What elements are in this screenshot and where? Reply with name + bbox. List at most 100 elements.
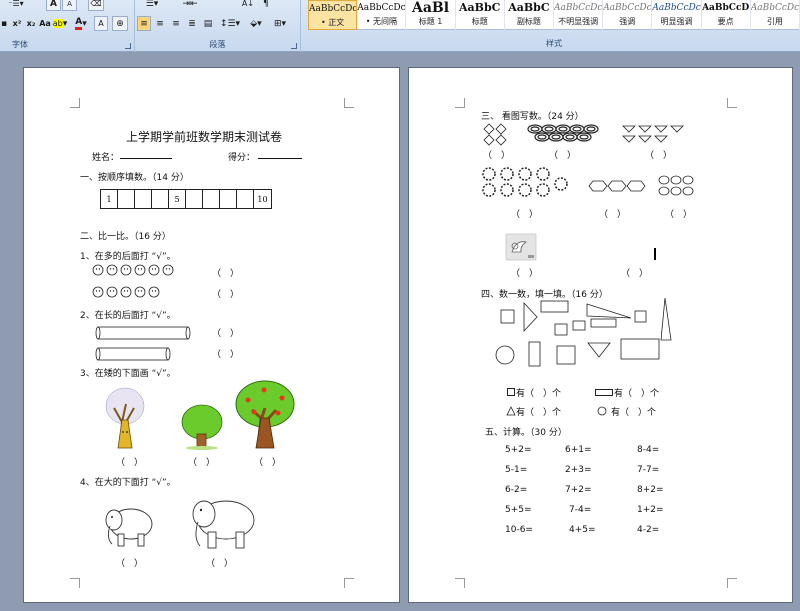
question-2: 2、在长的后面打 “√”。 [80, 311, 176, 321]
answer-paren[interactable]: （ ） [188, 455, 215, 468]
answer-paren[interactable]: （ ） [254, 455, 281, 468]
shrink-font-button[interactable]: A [62, 0, 77, 11]
align-left-icon[interactable]: ≡ [137, 16, 151, 31]
math-problem: 7-7= [637, 465, 660, 475]
math-problem: 1+2= [637, 505, 664, 515]
multilevel-list-icon[interactable]: ☰▾ [137, 0, 167, 11]
line-spacing-icon[interactable]: ↕☰▾ [219, 16, 241, 31]
margin-mark [344, 578, 354, 588]
gears-group [482, 167, 568, 197]
sort-icon[interactable]: A↓ [239, 0, 257, 11]
math-problem: 5+2= [505, 445, 532, 455]
font-color-button[interactable]: A ▾ [72, 16, 90, 31]
answer-paren[interactable]: （ ） [645, 148, 672, 161]
font-dialog-launcher-icon[interactable] [125, 43, 131, 49]
number-cell[interactable] [152, 190, 169, 208]
math-problem: 6+1= [565, 445, 592, 455]
change-case-button[interactable]: Aa [38, 16, 52, 31]
style-heading-1[interactable]: AaBl 标题 1 [406, 0, 456, 30]
text-cursor [654, 248, 656, 260]
number-cell[interactable] [203, 190, 220, 208]
show-marks-icon[interactable]: ¶ [259, 0, 273, 11]
answer-paren[interactable]: （ ） [206, 556, 233, 569]
name-blank[interactable] [120, 149, 172, 159]
answer-paren[interactable]: （ ） [511, 266, 538, 279]
answer-paren[interactable]: （ ） [483, 148, 510, 161]
score-blank[interactable] [258, 149, 302, 159]
align-right-icon[interactable]: ≡ [169, 16, 183, 31]
style-subtle-emphasis[interactable]: AaBbCcDc 不明显强调 [554, 0, 604, 30]
score-label: 得分： [228, 153, 256, 163]
diamonds-group [483, 123, 507, 146]
margin-mark [70, 578, 80, 588]
font-group: ⁻☰▾ A A ⌫ ▪ x² x₂ Aa ab ▾ A ▾ A ⊕ 字体 [0, 0, 135, 52]
count-square-label: 有（ ）个 [516, 389, 562, 399]
count-circle-label: 有（ ）个 [611, 408, 657, 418]
style-normal[interactable]: AaBbCcDc • 正文 [308, 0, 358, 30]
number-cell[interactable] [135, 190, 152, 208]
math-problem: 8-4= [637, 445, 660, 455]
style-emphasis[interactable]: AaBbCcDc 强调 [603, 0, 653, 30]
enclose-character-button[interactable]: ⊕ [112, 16, 128, 31]
math-problem: 10-6= [505, 525, 533, 535]
borders-icon[interactable]: ⊞▾ [269, 16, 291, 31]
align-center-icon[interactable]: ≡ [153, 16, 167, 31]
indent-icon[interactable]: ⇥⇤ [175, 0, 205, 11]
font-size-dropdown[interactable]: ⁻☰▾ [2, 0, 30, 11]
style-quote[interactable]: AaBbCcDc 引用 [751, 0, 800, 30]
count-rectangle-label: 有（ ）个 [614, 389, 660, 399]
paragraph-group-label: 段落 [209, 40, 226, 49]
bullet-icon[interactable]: ▪ [0, 16, 8, 31]
number-cell[interactable] [118, 190, 135, 208]
rectangle-icon [595, 389, 613, 396]
distributed-icon[interactable]: ▤ [201, 16, 215, 31]
margin-mark [727, 98, 737, 108]
answer-paren[interactable]: （ ） [212, 287, 239, 300]
paragraph-dialog-launcher-icon[interactable] [291, 43, 297, 49]
answer-paren[interactable]: （ ） [599, 207, 626, 220]
number-cell[interactable] [237, 190, 254, 208]
clear-format-button[interactable]: ⌫ [88, 0, 104, 11]
margin-mark [344, 98, 354, 108]
justify-icon[interactable]: ≣ [185, 16, 199, 31]
page-right: 三、 看图写数。（24 分） （ ） （ ） （ ） （ ） （ ） （ ） （… [408, 67, 793, 603]
answer-paren[interactable]: （ ） [212, 266, 239, 279]
number-cell[interactable] [186, 190, 203, 208]
style-title[interactable]: AaBbC 标题 [456, 0, 505, 30]
smiley-row-five [92, 286, 160, 298]
styles-group-label: 样式 [546, 39, 562, 48]
number-cell[interactable]: 1 [101, 190, 118, 208]
math-problem: 5-1= [505, 465, 528, 475]
math-problem: 4-2= [637, 525, 660, 535]
subscript-button[interactable]: x₂ [24, 16, 38, 31]
grow-font-button[interactable]: A [46, 0, 61, 11]
math-problem: 5+5= [505, 505, 532, 515]
style-no-spacing[interactable]: AaBbCcDc • 无间隔 [357, 0, 407, 30]
number-cell[interactable] [220, 190, 237, 208]
answer-paren[interactable]: （ ） [665, 207, 692, 220]
shading-icon[interactable]: ⬙▾ [245, 16, 267, 31]
short-cylinder [95, 347, 171, 361]
answer-paren[interactable]: （ ） [116, 556, 143, 569]
style-subtitle[interactable]: AaBbC 副标题 [505, 0, 554, 30]
style-strong[interactable]: AaBbCcD 要点 [702, 0, 751, 30]
answer-paren[interactable]: （ ） [116, 455, 143, 468]
number-sequence-grid: 1 5 10 [100, 189, 272, 209]
exam-title: 上学期学前班数学期末测试卷 [126, 130, 283, 144]
answer-paren[interactable]: （ ） [549, 148, 576, 161]
section-3-heading: 三、 看图写数。（24 分） [481, 112, 584, 122]
answer-paren[interactable]: （ ） [621, 266, 648, 279]
number-cell[interactable]: 5 [169, 190, 186, 208]
character-shading-button[interactable]: A [94, 16, 108, 31]
number-cell[interactable]: 10 [254, 190, 271, 208]
math-problem: 7-4= [569, 505, 592, 515]
question-4: 4、在大的下面打 “√”。 [80, 478, 176, 488]
superscript-button[interactable]: x² [10, 16, 24, 31]
highlight-color-button[interactable]: ab ▾ [52, 16, 68, 31]
style-intense-emphasis[interactable]: AaBbCcDc 明显强调 [652, 0, 702, 30]
section-1-heading: 一、按顺序填数。（14 分） [80, 173, 189, 183]
answer-paren[interactable]: （ ） [212, 326, 239, 339]
answer-paren[interactable]: （ ） [511, 207, 538, 220]
page-left: 上学期学前班数学期末测试卷 姓名： 得分： 一、按顺序填数。（14 分） 1 5… [23, 67, 400, 603]
answer-paren[interactable]: （ ） [212, 347, 239, 360]
